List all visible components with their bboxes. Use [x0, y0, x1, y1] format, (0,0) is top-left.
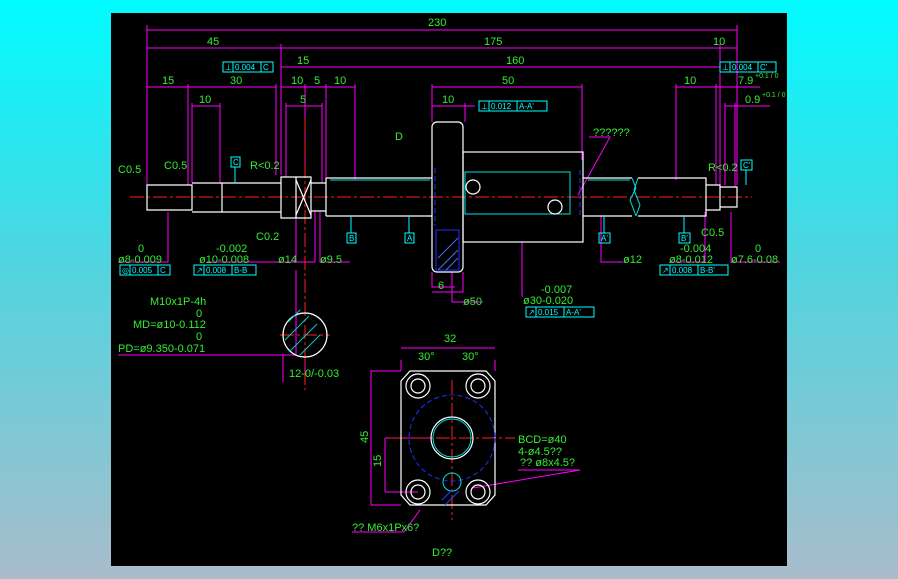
dim-32: 32	[444, 333, 456, 345]
dim-50: 50	[502, 75, 514, 87]
major-diameter: MD=ø10-0.112	[133, 319, 206, 331]
dia-12: ø12	[623, 254, 642, 266]
bolt-circle: BCD=ø40	[518, 434, 567, 446]
view-label: D??	[432, 547, 452, 559]
datum-a: A	[407, 234, 413, 243]
note-c0-5: C0.5	[118, 164, 141, 176]
angle-30-right: 30°	[462, 351, 479, 363]
frame-ref: C'	[760, 63, 768, 72]
datum-a-prime: A'	[601, 234, 608, 243]
dim-10: 10	[334, 75, 346, 87]
frame-sym: ◎	[122, 266, 129, 275]
frame-sym: ↗	[528, 308, 535, 317]
note-unknown: ??????	[593, 127, 630, 139]
dim-0-9: 0.9	[745, 94, 760, 106]
note-c0-2: C0.2	[256, 231, 279, 243]
dim-45: 45	[207, 36, 219, 48]
frame-val: 0.004	[235, 63, 256, 72]
dia-9-5: ø9.5	[320, 254, 342, 266]
frame-sym: ↗	[662, 266, 669, 275]
dia-50: ø50	[463, 296, 482, 308]
counterbore-spec: ?? ø8x4.5?	[520, 457, 575, 469]
frame-ref: C	[263, 63, 269, 72]
dim-5: 5	[314, 75, 320, 87]
dim-10: 10	[713, 36, 725, 48]
frame-sym: ⊥	[225, 63, 232, 72]
dim-10: 10	[684, 75, 696, 87]
note-c0-5: C0.5	[164, 160, 187, 172]
frame-ref: A-A'	[566, 308, 581, 317]
cad-drawing-canvas[interactable]: 230 45 175 10 15 160 15 30 10 5 10 50 10…	[0, 0, 898, 579]
dim-10: 10	[199, 94, 211, 106]
frame-ref: C	[160, 266, 166, 275]
frame-sym: ⊥	[481, 102, 488, 111]
view-arrow-d: D	[395, 131, 403, 143]
note-radius: R<0.2	[250, 160, 280, 172]
dim-10: 10	[442, 94, 454, 106]
dim-175: 175	[484, 36, 502, 48]
note-radius: R<0.2	[708, 162, 738, 174]
dia-10: ø10-0.008	[199, 254, 249, 266]
dim-7-9-tol: +0.1 / 0	[755, 73, 779, 80]
dia-7-6: ø7.6-0.08	[731, 254, 778, 266]
dim-30: 30	[230, 75, 242, 87]
tap-spec: ?? M6x1Px6?	[352, 522, 419, 534]
datum-c: C	[233, 158, 239, 167]
datum-b: B	[349, 234, 354, 243]
frame-val: 0.015	[538, 308, 559, 317]
frame-val: 0.012	[491, 102, 512, 111]
dim-15-vertical: 15	[372, 455, 384, 467]
dim-6: 6	[438, 280, 444, 292]
dia-30: ø30-0.020	[523, 295, 573, 307]
pitch-diameter: PD=ø9.350-0.071	[118, 343, 205, 355]
dim-5: 5	[300, 94, 306, 106]
datum-c-prime: C'	[743, 161, 751, 170]
frame-sym: ↗	[196, 266, 203, 275]
frame-val: 0.008	[672, 266, 693, 275]
thread-spec: M10x1P-4h	[150, 296, 206, 308]
datum-b-prime: B'	[681, 234, 688, 243]
frame-ref: B-B	[234, 266, 247, 275]
dia-8: ø8-0.009	[118, 254, 162, 266]
dia-14: ø14	[278, 254, 297, 266]
dia-8: ø8-0.012	[669, 254, 713, 266]
tolerance-frame: ◎ 0.005 C	[119, 264, 171, 276]
frame-sym: ⊥	[722, 63, 729, 72]
dim-15: 15	[162, 75, 174, 87]
tolerance-frame: ⊥ 0.004 C	[222, 61, 274, 73]
key-width: 12-0/-0.03	[289, 368, 339, 380]
frame-ref: A-A'	[519, 102, 534, 111]
frame-val: 0.005	[132, 266, 153, 275]
frame-val: 0.004	[732, 63, 753, 72]
frame-val: 0.008	[206, 266, 227, 275]
dim-10: 10	[291, 75, 303, 87]
dim-230: 230	[428, 17, 446, 29]
note-c0-5: C0.5	[701, 227, 724, 239]
angle-30-left: 30°	[418, 351, 435, 363]
dim-0-9-tol: +0.1 / 0	[762, 92, 786, 99]
dim-7-9: 7.9	[738, 75, 753, 87]
dim-45-vertical: 45	[359, 431, 371, 443]
tol-upper: 0	[196, 331, 202, 343]
frame-ref: B-B'	[700, 266, 715, 275]
dim-160: 160	[506, 55, 524, 67]
dim-15: 15	[297, 55, 309, 67]
